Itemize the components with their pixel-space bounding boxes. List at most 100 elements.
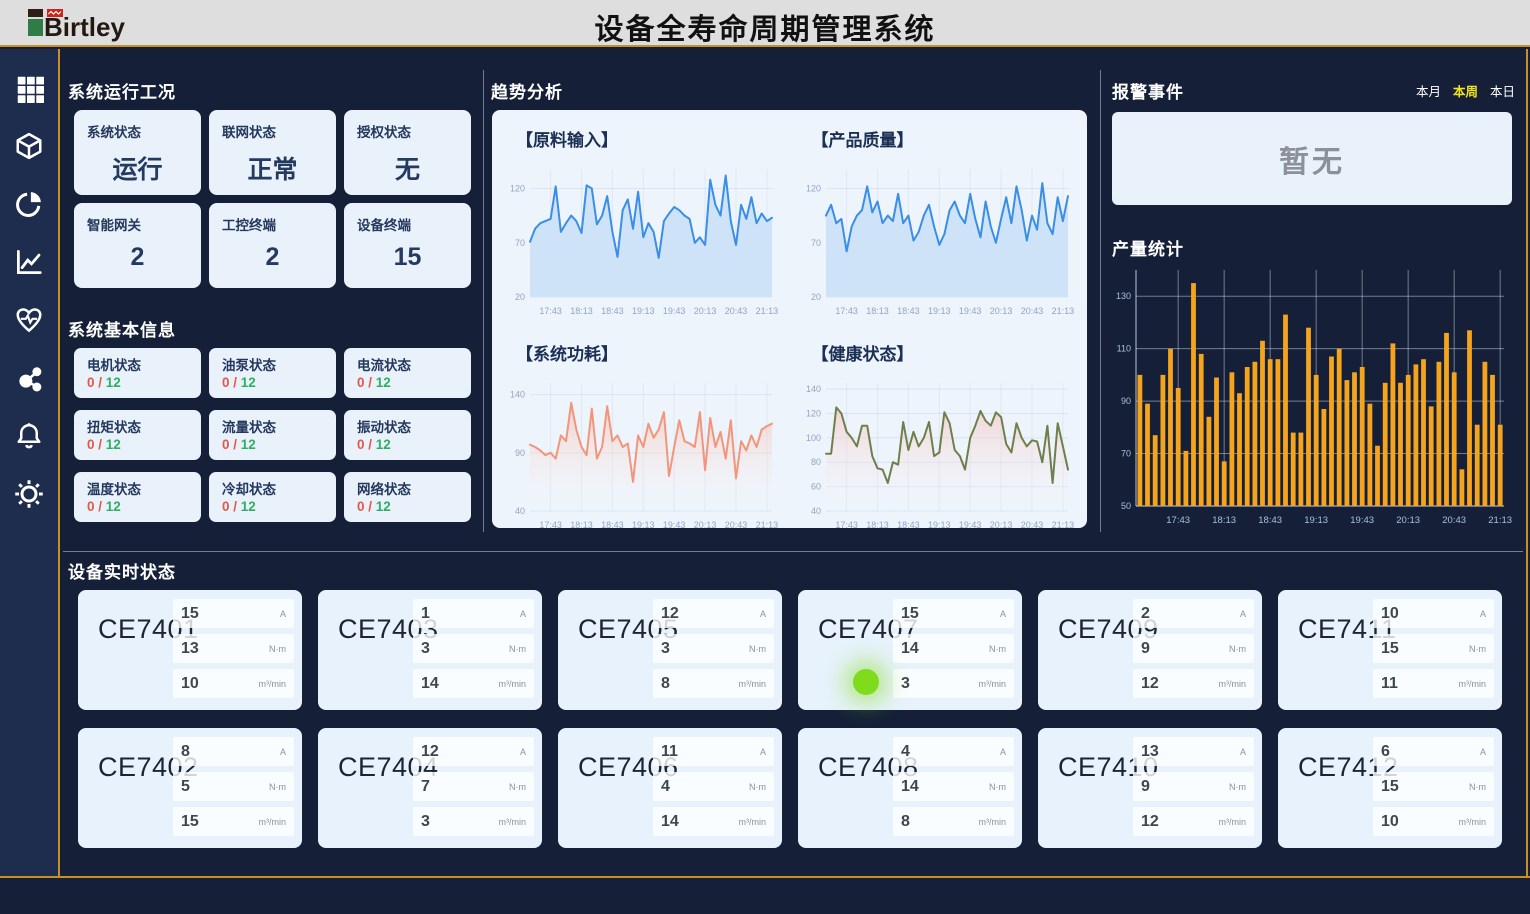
health-pulse-icon[interactable] (14, 305, 44, 335)
device-metric-unit: m³/min (739, 817, 767, 827)
device-metric-unit: A (760, 609, 766, 619)
svg-text:19:13: 19:13 (632, 306, 655, 316)
svg-text:18:13: 18:13 (866, 520, 889, 530)
info-card-label: 振动状态 (357, 416, 458, 436)
trend-chart-power: 【系统功耗】 140 90 40 17:43 18:13 18:43 19:13… (494, 328, 790, 542)
device-card-CE7403[interactable]: CE7403 1 A 3 N·m 14 m³/min (318, 590, 542, 710)
svg-text:120: 120 (805, 184, 820, 194)
alarm-tab-本周[interactable]: 本周 (1453, 85, 1478, 99)
info-card-label: 扭矩状态 (87, 416, 188, 436)
device-metric-value: 10 (1381, 813, 1399, 831)
svg-text:100: 100 (805, 433, 820, 443)
svg-text:140: 140 (805, 384, 820, 394)
svg-text:18:43: 18:43 (601, 520, 624, 530)
molecule-icon[interactable] (14, 363, 44, 393)
info-card: 流量状态 0 / 12 (209, 410, 336, 460)
device-card-CE7411[interactable]: CE7411 10 A 15 N·m 11 m³/min (1278, 590, 1502, 710)
divider-devices (63, 551, 1523, 552)
info-card-ratio: 0 / 12 (357, 499, 458, 514)
svg-text:140: 140 (510, 390, 525, 400)
device-metric-unit: m³/min (979, 679, 1007, 689)
device-metric-value: 10 (181, 675, 199, 693)
trend-chart-title: 【健康状态】 (812, 340, 1086, 365)
divider-left (483, 70, 484, 532)
svg-text:120: 120 (805, 408, 820, 418)
info-card-label: 冷却状态 (222, 478, 323, 498)
device-metric-value: 9 (1141, 640, 1150, 658)
section-title-trend: 趋势分析 (491, 78, 563, 103)
device-metric-value: 12 (1141, 813, 1159, 831)
device-metric-row: 2 A (1133, 599, 1254, 628)
device-metric-unit: A (1480, 609, 1486, 619)
info-card-ratio: 0 / 12 (357, 375, 458, 390)
apps-grid-icon[interactable] (14, 73, 44, 103)
device-card-CE7410[interactable]: CE7410 13 A 9 N·m 12 m³/min (1038, 728, 1262, 848)
device-metrics: 6 A 15 N·m 10 m³/min (1373, 737, 1494, 842)
svg-text:70: 70 (810, 238, 820, 248)
svg-text:18:13: 18:13 (1212, 515, 1236, 526)
device-metric-row: 10 A (1373, 599, 1494, 628)
status-card-value: 无 (357, 150, 458, 186)
device-metric-value: 15 (1381, 640, 1399, 658)
svg-text:50: 50 (1121, 501, 1131, 511)
device-card-CE7406[interactable]: CE7406 11 A 4 N·m 14 m³/min (558, 728, 782, 848)
svg-text:20:43: 20:43 (1020, 520, 1043, 530)
device-metric-unit: A (1240, 747, 1246, 757)
alarm-tab-本日[interactable]: 本日 (1490, 85, 1515, 99)
info-card: 冷却状态 0 / 12 (209, 472, 336, 522)
svg-text:18:43: 18:43 (601, 306, 624, 316)
device-card-CE7409[interactable]: CE7409 2 A 9 N·m 12 m³/min (1038, 590, 1262, 710)
device-metric-row: 4 A (893, 737, 1014, 766)
device-metric-value: 6 (1381, 743, 1390, 761)
device-metrics: 12 A 3 N·m 8 m³/min (653, 599, 774, 704)
trend-panel: 【原料输入】 120 70 20 17:43 18:13 18:43 19:13… (492, 110, 1087, 528)
footer-rule (0, 876, 1530, 878)
device-card-CE7412[interactable]: CE7412 6 A 15 N·m 10 m³/min (1278, 728, 1502, 848)
device-card-CE7408[interactable]: CE7408 4 A 14 N·m 8 m³/min (798, 728, 1022, 848)
gear-icon[interactable] (14, 479, 44, 509)
device-metric-value: 3 (421, 640, 430, 658)
divider-right (1100, 70, 1101, 532)
device-metric-value: 14 (901, 640, 919, 658)
svg-text:80: 80 (810, 457, 820, 467)
cube-icon[interactable] (14, 131, 44, 161)
page-title: 设备全寿命周期管理系统 (0, 6, 1530, 48)
svg-text:90: 90 (515, 448, 525, 458)
device-metrics: 15 A 13 N·m 10 m³/min (173, 599, 294, 704)
device-metric-value: 1 (421, 605, 430, 623)
device-metric-unit: N·m (749, 782, 766, 792)
device-card-CE7404[interactable]: CE7404 12 A 7 N·m 3 m³/min (318, 728, 542, 848)
bell-icon[interactable] (14, 421, 44, 451)
device-metric-unit: m³/min (1459, 817, 1487, 827)
alarm-tab-本月[interactable]: 本月 (1416, 85, 1441, 99)
device-metric-unit: N·m (509, 782, 526, 792)
device-metric-value: 4 (661, 778, 670, 796)
line-chart-icon[interactable] (14, 247, 44, 277)
svg-text:90: 90 (1121, 396, 1131, 406)
device-metric-value: 12 (421, 743, 439, 761)
device-metric-unit: N·m (269, 644, 286, 654)
device-metric-row: 14 m³/min (653, 807, 774, 836)
device-metric-row: 8 m³/min (653, 669, 774, 698)
raw-input-chart: 120 70 20 17:43 18:13 18:43 19:13 19:43 … (498, 155, 790, 328)
device-card-CE7405[interactable]: CE7405 12 A 3 N·m 8 m³/min (558, 590, 782, 710)
section-title-system-info: 系统基本信息 (68, 316, 176, 341)
status-card: 系统状态 运行 (74, 110, 201, 195)
right-border (1526, 49, 1528, 876)
device-metric-row: 12 A (653, 599, 774, 628)
pie-chart-icon[interactable] (14, 189, 44, 219)
device-metric-unit: N·m (1229, 782, 1246, 792)
status-card-label: 智能网关 (87, 214, 188, 234)
device-metric-unit: m³/min (1459, 679, 1487, 689)
device-metric-value: 14 (421, 675, 439, 693)
svg-text:17:43: 17:43 (835, 520, 858, 530)
device-card-CE7401[interactable]: CE7401 15 A 13 N·m 10 m³/min (78, 590, 302, 710)
device-card-CE7402[interactable]: CE7402 8 A 5 N·m 15 m³/min (78, 728, 302, 848)
section-title-alarm: 报警事件 (1112, 78, 1184, 103)
svg-text:20:13: 20:13 (694, 520, 717, 530)
device-card-CE7407[interactable]: CE7407 15 A 14 N·m 3 m³/min (798, 590, 1022, 710)
device-metric-unit: A (520, 609, 526, 619)
device-metric-row: 8 A (173, 737, 294, 766)
svg-text:20: 20 (810, 292, 820, 302)
svg-text:19:43: 19:43 (663, 520, 686, 530)
